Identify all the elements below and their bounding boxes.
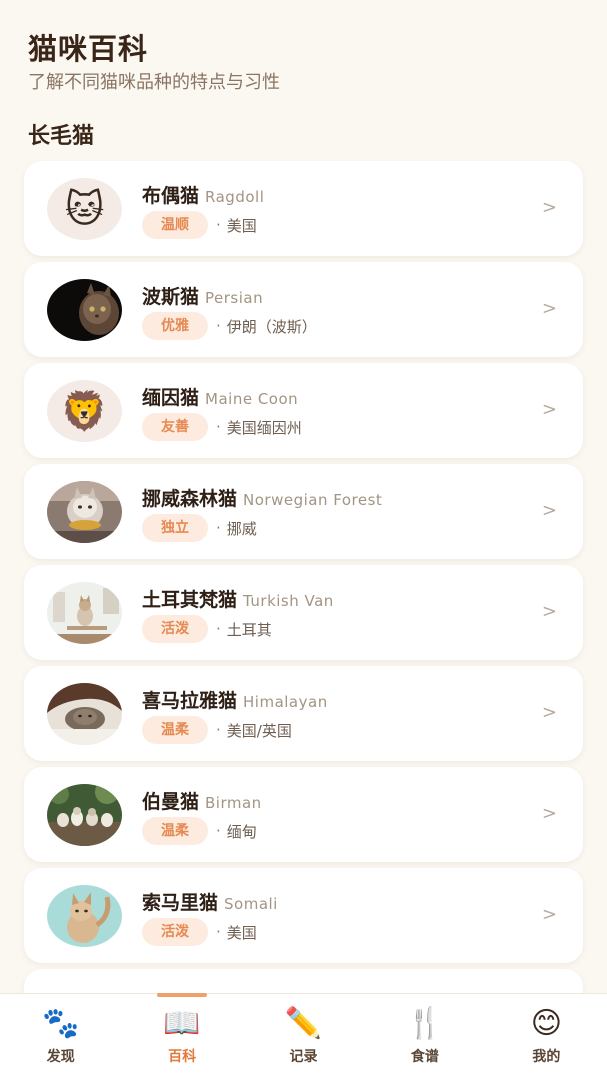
breed-english-name: Persian	[205, 289, 264, 307]
tab-label: 百科	[168, 1049, 197, 1065]
temperament-tag: 独立	[142, 514, 208, 542]
separator-dot: ·	[216, 620, 221, 638]
temperament-tag: 优雅	[142, 312, 208, 340]
separator-dot: ·	[216, 317, 221, 335]
breed-english-name: Birman	[205, 794, 262, 812]
smile-icon: 😊	[530, 1006, 562, 1041]
tab-label: 发现	[46, 1049, 75, 1065]
breed-english-name: Ragdoll	[205, 188, 265, 206]
breed-origin: 美国	[226, 216, 257, 235]
breed-card-turkish-van[interactable]: 土耳其梵猫 Turkish Van 活泼 · 土耳其 >	[24, 565, 583, 660]
paw-icon: 🐾	[42, 1006, 80, 1041]
breed-name: 波斯猫	[142, 286, 200, 308]
breed-card-somali[interactable]: 索马里猫 Somali 活泼 · 美国 >	[24, 868, 583, 963]
breed-origin: 美国	[226, 923, 257, 942]
tab-label: 食谱	[410, 1049, 439, 1065]
chevron-right-icon: >	[541, 702, 557, 723]
temperament-tag: 温顺	[142, 211, 208, 239]
breed-name: 缅因猫	[142, 387, 200, 409]
breed-english-name: Maine Coon	[205, 390, 299, 408]
chevron-right-icon: >	[541, 904, 557, 925]
pencil-icon: ✏️	[284, 1006, 323, 1041]
temperament-tag: 温柔	[142, 716, 208, 744]
cat-encyclopedia-screen: 猫咪百科 了解不同猫咪品种的特点与习性 长毛猫 🐱 布偶猫 Ragdoll 温顺 …	[0, 0, 607, 1080]
tab-records[interactable]: ✏️ 记录	[243, 994, 364, 1080]
fork-knife-icon: 🍴	[406, 1006, 444, 1041]
breed-origin: 缅甸	[226, 822, 257, 841]
page-subtitle: 了解不同猫咪品种的特点与习性	[28, 72, 280, 93]
chevron-right-icon: >	[541, 298, 557, 319]
cat-face-icon: 🐱	[47, 178, 122, 240]
book-icon: 📖	[163, 1006, 201, 1041]
chevron-right-icon: >	[541, 197, 557, 218]
temperament-tag: 温柔	[142, 817, 208, 845]
breed-list: 🐱 布偶猫 Ragdoll 温顺 · 美国 > 波斯猫 Persian 优雅 ·…	[24, 161, 583, 1015]
tab-profile[interactable]: 😊 我的	[486, 994, 607, 1080]
bottom-tab-bar: 🐾 发现 📖 百科 ✏️ 记录 🍴 食谱 😊 我的	[0, 993, 607, 1080]
temperament-tag: 活泼	[142, 615, 208, 643]
breed-origin: 挪威	[226, 519, 257, 538]
breed-name: 布偶猫	[142, 185, 200, 207]
breed-name: 喜马拉雅猫	[142, 690, 238, 712]
somali-cat-photo	[47, 885, 122, 947]
breed-english-name: Norwegian Forest	[243, 491, 383, 509]
active-tab-indicator	[157, 993, 208, 997]
temperament-tag: 活泼	[142, 918, 208, 946]
breed-origin: 土耳其	[226, 620, 272, 639]
breed-origin: 美国/英国	[226, 721, 292, 740]
chevron-right-icon: >	[541, 803, 557, 824]
tab-label: 记录	[289, 1049, 318, 1065]
section-title-longhair: 长毛猫	[28, 124, 95, 149]
breed-card-norwegian-forest[interactable]: 挪威森林猫 Norwegian Forest 独立 · 挪威 >	[24, 464, 583, 559]
separator-dot: ·	[216, 519, 221, 537]
birman-cats-photo	[47, 784, 122, 846]
breed-card-himalayan[interactable]: 喜马拉雅猫 Himalayan 温柔 · 美国/英国 >	[24, 666, 583, 761]
himalayan-cat-photo	[47, 683, 122, 745]
chevron-right-icon: >	[541, 399, 557, 420]
separator-dot: ·	[216, 216, 221, 234]
breed-card-ragdoll[interactable]: 🐱 布偶猫 Ragdoll 温顺 · 美国 >	[24, 161, 583, 256]
chevron-right-icon: >	[541, 500, 557, 521]
page-title: 猫咪百科	[28, 32, 149, 66]
breed-card-birman[interactable]: 伯曼猫 Birman 温柔 · 缅甸 >	[24, 767, 583, 862]
turkish-van-cat-photo	[47, 582, 122, 644]
breed-name: 挪威森林猫	[142, 488, 238, 510]
tab-recipes[interactable]: 🍴 食谱	[364, 994, 485, 1080]
breed-card-maine-coon[interactable]: 🦁 缅因猫 Maine Coon 友善 · 美国缅因州 >	[24, 363, 583, 458]
breed-english-name: Somali	[224, 895, 278, 913]
lion-face-icon: 🦁	[47, 380, 122, 442]
tab-discover[interactable]: 🐾 发现	[0, 994, 121, 1080]
breed-english-name: Turkish Van	[243, 592, 334, 610]
separator-dot: ·	[216, 923, 221, 941]
temperament-tag: 友善	[142, 413, 208, 441]
chevron-right-icon: >	[541, 601, 557, 622]
persian-cat-photo	[47, 279, 122, 341]
breed-origin: 美国缅因州	[226, 418, 302, 437]
breed-origin: 伊朗（波斯）	[226, 317, 317, 336]
norwegian-forest-cat-photo	[47, 481, 122, 543]
breed-card-persian[interactable]: 波斯猫 Persian 优雅 · 伊朗（波斯） >	[24, 262, 583, 357]
breed-english-name: Himalayan	[243, 693, 328, 711]
separator-dot: ·	[216, 822, 221, 840]
tab-encyclopedia[interactable]: 📖 百科	[121, 993, 242, 1080]
tab-label: 我的	[532, 1049, 561, 1065]
breed-name: 土耳其梵猫	[142, 589, 238, 611]
breed-name: 索马里猫	[142, 892, 219, 914]
breed-name: 伯曼猫	[142, 791, 200, 813]
separator-dot: ·	[216, 721, 221, 739]
separator-dot: ·	[216, 418, 221, 436]
